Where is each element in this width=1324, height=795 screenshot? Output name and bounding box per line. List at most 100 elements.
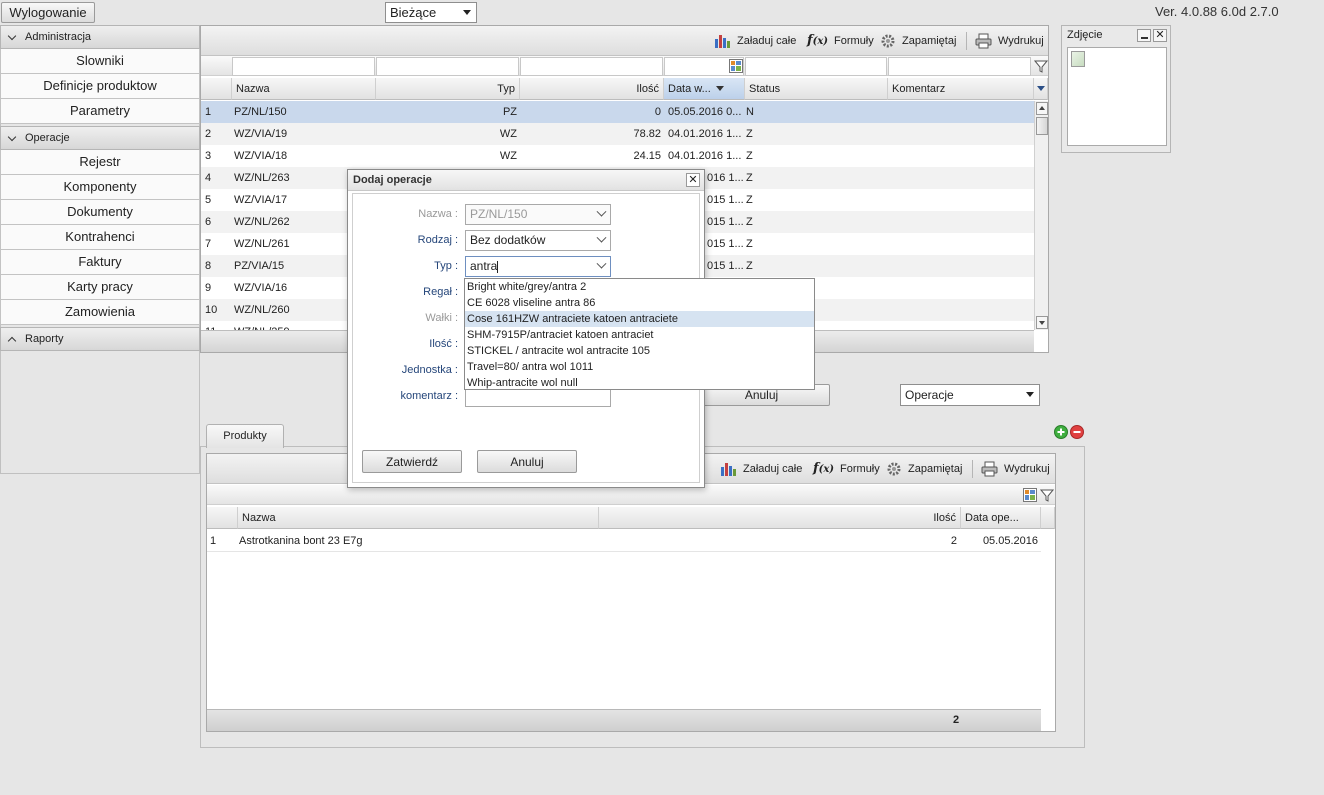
column-chooser-icon[interactable] (1023, 488, 1037, 502)
table-row[interactable]: 2 WZ/VIA/19 WZ 78.82 04.01.2016 1... Z (201, 123, 1034, 145)
filter-cell-nazwa[interactable] (232, 57, 375, 76)
typ-dropdown-list: Bright white/grey/antra 2 CE 6028 vlisel… (464, 278, 815, 390)
table-row[interactable]: 3 WZ/VIA/18 WZ 24.15 04.01.2016 1... Z (201, 145, 1034, 167)
nav-item-komponenty[interactable]: Komponenty (0, 175, 200, 200)
load-all-button[interactable]: Załaduj całe (714, 33, 796, 48)
filter-cell-status[interactable] (745, 57, 887, 76)
nav-item-slowniki[interactable]: Slowniki (0, 49, 200, 74)
printer-icon (981, 461, 998, 477)
logout-button[interactable]: Wylogowanie (1, 2, 95, 23)
regal-label: Regał : (423, 286, 458, 298)
nav-section-operacje[interactable]: Operacje (0, 126, 200, 150)
filter-cell-ilosc[interactable] (520, 57, 663, 76)
col-header-nazwa[interactable]: Nazwa (232, 78, 376, 100)
dropdown-option-highlighted[interactable]: Cose 161HZW antraciete katoen antraciete (465, 311, 814, 327)
dropdown-option[interactable]: SHM-7915P/antraciet katoen antraciet (465, 327, 814, 343)
typ-combobox[interactable]: antra (465, 256, 611, 277)
products-grid: Załaduj całe f(x) Formuły Zapamiętaj Wyd… (206, 453, 1056, 732)
dropdown-option[interactable]: STICKEL / antracite wol antracite 105 (465, 343, 814, 359)
col-header-menu[interactable] (1034, 78, 1048, 100)
remember-button[interactable]: Zapamiętaj (886, 461, 962, 477)
nav-item-karty-pracy[interactable]: Karty pracy (0, 275, 200, 300)
gear-icon (881, 34, 895, 48)
version-label: Ver. 4.0.88 6.0d 2.7.0 (1155, 4, 1279, 19)
close-icon: ✕ (688, 174, 698, 186)
chevron-down-icon (596, 258, 607, 269)
dropdown-option[interactable]: Whip-antracite wol null (465, 375, 814, 391)
scroll-up-icon[interactable] (1036, 102, 1048, 115)
dialog-cancel-button[interactable]: Anuluj (477, 450, 577, 473)
dropdown-arrow-icon (1026, 392, 1034, 397)
gear-icon (887, 462, 901, 476)
remember-button[interactable]: Zapamiętaj (880, 33, 956, 49)
filter-icon[interactable] (1040, 488, 1054, 502)
nav-item-kontrahenci[interactable]: Kontrahenci (0, 225, 200, 250)
rodzaj-select[interactable]: Bez dodatków (465, 230, 611, 251)
period-select[interactable]: Bieżące (385, 2, 477, 23)
tab-produkty[interactable]: Produkty (206, 424, 284, 448)
toolbar-divider (966, 32, 967, 50)
col-header-data[interactable]: Data w... (664, 78, 745, 100)
chevron-down-icon (596, 232, 607, 243)
nav-item-definicje-produktow[interactable]: Definicje produktow (0, 74, 200, 99)
nav-section-administracja[interactable]: Administracja (0, 25, 200, 49)
chevron-down-icon (596, 206, 607, 217)
table-row[interactable]: 1 PZ/NL/150 PZ 0 05.05.2016 0... N (201, 101, 1034, 123)
scroll-down-icon[interactable] (1036, 316, 1048, 329)
print-button[interactable]: Wydrukuj (975, 33, 1044, 49)
typ-label: Typ : (434, 260, 458, 272)
add-icon[interactable] (1054, 425, 1068, 439)
remove-icon[interactable] (1070, 425, 1084, 439)
nav-item-faktury[interactable]: Faktury (0, 250, 200, 275)
filter-cell-typ[interactable] (376, 57, 519, 76)
column-chooser-icon[interactable] (729, 59, 743, 73)
chevron-up-icon (7, 336, 17, 346)
products-footer: 2 (207, 709, 1041, 731)
formulas-button[interactable]: f(x) Formuły (807, 33, 874, 48)
col-header-typ[interactable]: Typ (376, 78, 520, 100)
col-header-data[interactable]: Data ope... (961, 507, 1041, 529)
nav-item-parametry[interactable]: Parametry (0, 99, 200, 124)
nav-item-dokumenty[interactable]: Dokumenty (0, 200, 200, 225)
period-select-value: Bieżące (390, 5, 437, 20)
col-header-ilosc[interactable]: Ilość (520, 78, 664, 100)
col-header-status[interactable]: Status (745, 78, 888, 100)
photo-frame (1067, 47, 1167, 146)
table-row[interactable]: 1 Astrotkanina bont 23 E7g 2 05.05.2016 (207, 530, 1041, 552)
dropdown-option[interactable]: Bright white/grey/antra 2 (465, 279, 814, 295)
load-all-button[interactable]: Załaduj całe (720, 461, 802, 476)
col-header-rownum (207, 507, 238, 529)
rodzaj-label: Rodzaj : (417, 234, 458, 246)
dialog-close-button[interactable]: ✕ (686, 173, 700, 187)
nav-section-raporty[interactable]: Raporty (0, 327, 200, 351)
col-header-komentarz[interactable]: Komentarz (888, 78, 1034, 100)
filter-cell-komentarz[interactable] (888, 57, 1031, 76)
photo-panel: Zdjęcie ✕ (1061, 25, 1171, 153)
operations-select[interactable]: Operacje (900, 384, 1040, 406)
grid-toolbar: Załaduj całe f(x) Formuły Zapamiętaj Wyd… (201, 26, 1048, 56)
col-header-nazwa[interactable]: Nazwa (238, 507, 599, 529)
minimize-button[interactable] (1137, 29, 1151, 42)
minimize-icon (1141, 37, 1148, 39)
confirm-button[interactable]: Zatwierdź (362, 450, 462, 473)
col-header-menu (1041, 507, 1055, 529)
dropdown-option[interactable]: Travel=80/ antra wol 1011 (465, 359, 814, 375)
broken-image-icon (1071, 51, 1085, 67)
jednostka-label: Jednostka : (401, 364, 458, 376)
col-header-rownum (201, 78, 232, 100)
products-total: 2 (953, 714, 960, 726)
formulas-button[interactable]: f(x) Formuły (813, 461, 880, 476)
chevron-down-icon (1037, 86, 1045, 91)
nav-item-zamowienia[interactable]: Zamowienia (0, 300, 200, 325)
print-button[interactable]: Wydrukuj (981, 461, 1050, 477)
bar-chart-icon (721, 463, 736, 476)
close-button[interactable]: ✕ (1153, 29, 1167, 42)
grid-scrollbar[interactable] (1034, 101, 1048, 330)
dropdown-option[interactable]: CE 6028 vliseline antra 86 (465, 295, 814, 311)
scroll-thumb[interactable] (1036, 117, 1048, 135)
nav-item-rejestr[interactable]: Rejestr (0, 150, 200, 175)
filter-icon[interactable] (1034, 59, 1048, 73)
formula-icon: f(x) (807, 33, 829, 48)
komentarz-label: komentarz : (400, 390, 458, 402)
col-header-ilosc[interactable]: Ilość (599, 507, 961, 529)
